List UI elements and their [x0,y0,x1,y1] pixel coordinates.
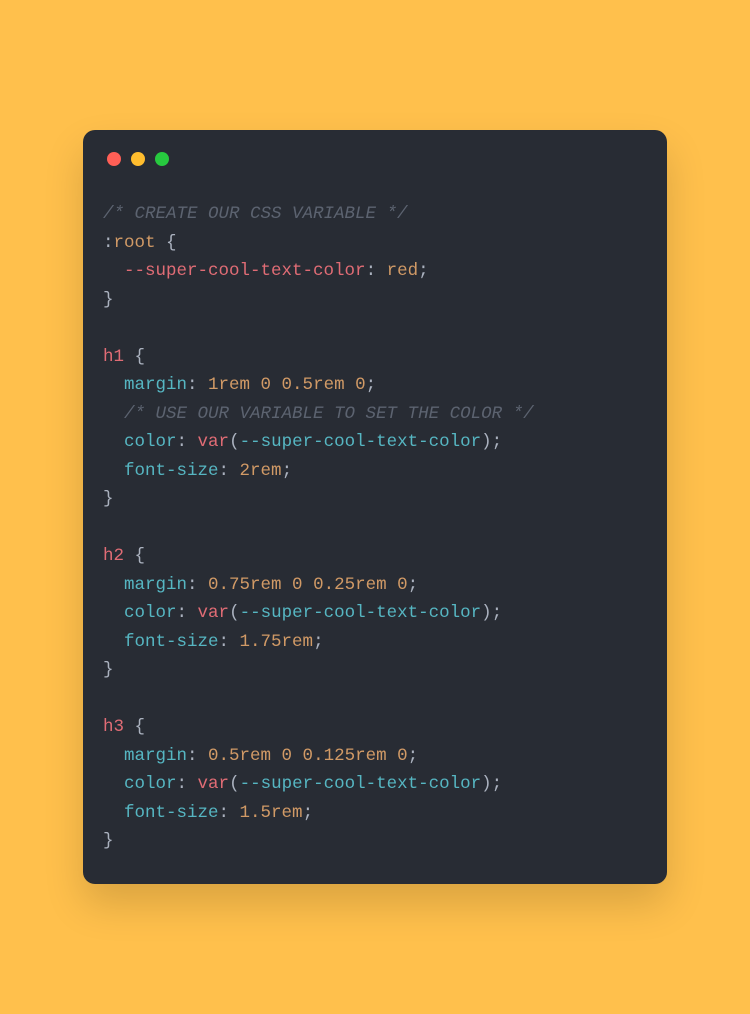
code-token [103,803,124,823]
code-token: --super-cool-text-color [240,432,482,452]
code-token: { [124,717,145,737]
code-token: ; [408,575,419,595]
code-token [103,404,124,424]
code-token: } [103,831,114,851]
code-token: } [103,290,114,310]
window-traffic-lights [107,152,647,166]
code-token: ( [229,603,240,623]
code-token: 0.5rem 0 0.125rem 0 [208,746,408,766]
code-token: h3 [103,717,124,737]
code-token: font-size [124,461,219,481]
code-token: : [177,603,198,623]
code-token: 2rem [240,461,282,481]
code-token: red [387,261,419,281]
code-token: ( [229,432,240,452]
code-token [103,746,124,766]
code-token [103,261,124,281]
code-token [103,461,124,481]
code-token [103,632,124,652]
code-token: h1 [103,347,124,367]
code-token: margin [124,575,187,595]
code-token: : [103,233,114,253]
code-token: ); [481,603,502,623]
code-token: margin [124,375,187,395]
code-token: : [177,432,198,452]
code-token [103,575,124,595]
code-token: /* USE OUR VARIABLE TO SET THE COLOR */ [124,404,534,424]
code-token: { [124,347,145,367]
code-token: var [198,774,230,794]
code-token: : [366,261,387,281]
code-token: h2 [103,546,124,566]
code-token: /* CREATE OUR CSS VARIABLE */ [103,204,408,224]
code-token: var [198,432,230,452]
code-token: --super-cool-text-color [124,261,366,281]
code-token: --super-cool-text-color [240,774,482,794]
code-token: root [114,233,156,253]
code-token: ; [408,746,419,766]
code-token: : [219,803,240,823]
code-token: --super-cool-text-color [240,603,482,623]
code-token: : [187,575,208,595]
code-token: : [187,375,208,395]
code-token: ( [229,774,240,794]
code-token: font-size [124,803,219,823]
code-token: ; [303,803,314,823]
code-token: ; [366,375,377,395]
code-token: 1.5rem [240,803,303,823]
code-token: ); [481,774,502,794]
code-token: color [124,603,177,623]
code-token: ; [313,632,324,652]
code-token: : [177,774,198,794]
code-token: : [219,632,240,652]
code-token: color [124,432,177,452]
maximize-icon[interactable] [155,152,169,166]
close-icon[interactable] [107,152,121,166]
code-token: ); [481,432,502,452]
minimize-icon[interactable] [131,152,145,166]
code-token: ; [418,261,429,281]
code-token: font-size [124,632,219,652]
code-block: /* CREATE OUR CSS VARIABLE */ :root { --… [103,200,647,856]
code-token: 0.75rem 0 0.25rem 0 [208,575,408,595]
code-window: /* CREATE OUR CSS VARIABLE */ :root { --… [83,130,667,884]
code-token: } [103,489,114,509]
code-token: : [219,461,240,481]
code-token [103,774,124,794]
code-token: : [187,746,208,766]
code-token: { [156,233,177,253]
code-token [103,603,124,623]
code-token: var [198,603,230,623]
code-token: { [124,546,145,566]
code-token: ; [282,461,293,481]
code-token: margin [124,746,187,766]
code-token: color [124,774,177,794]
code-token [103,432,124,452]
code-token: 1.75rem [240,632,314,652]
code-token: } [103,660,114,680]
code-token [103,375,124,395]
code-token: 1rem 0 0.5rem 0 [208,375,366,395]
